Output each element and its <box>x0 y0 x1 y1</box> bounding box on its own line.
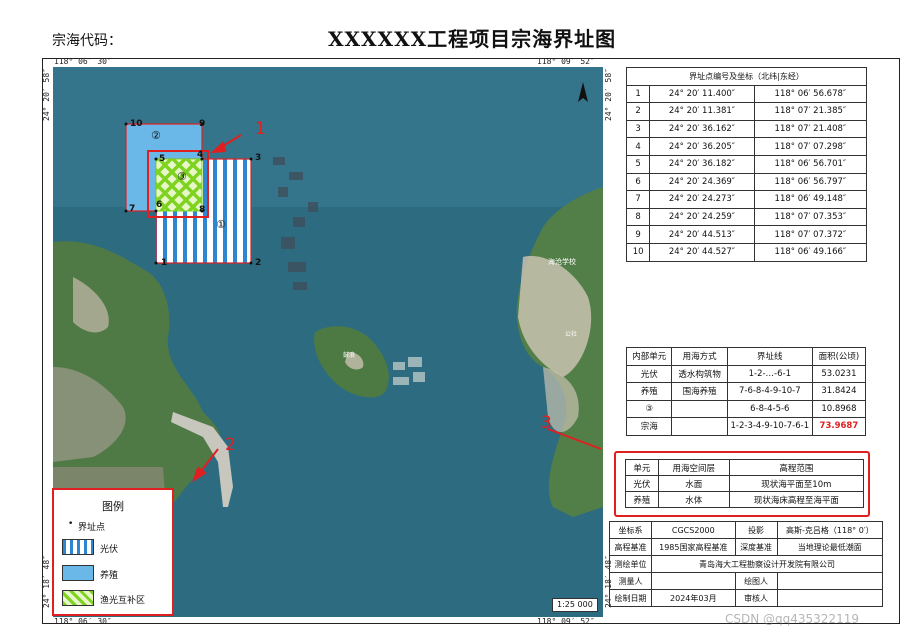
table-row: 7 24° 20′ 24.273″ 118° 06′ 49.148″ <box>625 190 868 209</box>
total-area-value: 73.9687 <box>811 417 867 436</box>
point-label-7: 7 <box>129 204 136 214</box>
table-row: 2 24° 20′ 11.381″ 118° 07′ 21.385″ <box>625 102 868 121</box>
point-coordinate-table: 界址点编号及坐标（北纬|东经） 1 24° 20′ 11.400″ 118° 06′… <box>625 67 868 262</box>
coord-top-left: 118° 06′ 30″ <box>54 57 112 66</box>
point-label-5: 5 <box>159 154 166 164</box>
legend-label-overlap: 渔光互补区 <box>100 596 146 606</box>
coord-bottom-left: 118° 06′ 30″ <box>54 617 112 626</box>
overlap-hatch-swatch <box>62 590 94 606</box>
table-row: 5 24° 20′ 36.182″ 118° 06′ 56.701″ <box>625 154 868 174</box>
zone-label-farm: ② <box>151 129 161 142</box>
legend-label-pv: 光伏 <box>100 545 119 555</box>
farm-fill-swatch <box>62 565 94 581</box>
table-row: 养殖 围海养殖 7-6-8-4-9-10-7 31.8424 <box>625 382 867 401</box>
table-row: 6 24° 20′ 24.369″ 118° 06′ 56.797″ <box>625 172 868 192</box>
coord-left-bottom: 24° 18′ 48″ <box>42 555 51 608</box>
table-row: 4 24° 20′ 36.205″ 118° 07′ 07.298″ <box>625 137 868 156</box>
coord-bottom-right: 118° 09′ 52″ <box>537 617 595 626</box>
place-label: 海沧学校 <box>548 258 576 266</box>
scale-bar: 1:25 000 <box>552 598 598 612</box>
point-label-2: 2 <box>255 258 262 268</box>
table-row: 8 24° 20′ 24.259″ 118° 07′ 07.353″ <box>625 207 868 227</box>
table-row: 3 24° 20′ 36.162″ 118° 07′ 21.408″ <box>625 119 868 139</box>
point-label-10: 10 <box>130 119 143 129</box>
table-row: 10 24° 20′ 44.527″ 118° 06′ 49.166″ <box>625 242 868 262</box>
legend-label-point: 界址点 <box>78 523 106 533</box>
overlap-zone[interactable] <box>155 158 203 212</box>
point-label-6: 6 <box>156 200 163 210</box>
point-label-9: 9 <box>199 119 206 129</box>
coord-top-right: 118° 09′ 52″ <box>537 57 595 66</box>
annotation-2: 2 <box>225 435 236 455</box>
coord-right-top: 24° 20′ 58″ <box>604 68 613 121</box>
unit-area-table: 内部单元 用海方式 界址线 面积(公顷) 光伏 透水构筑物 1-2-…-6-1 53.023… <box>625 347 867 436</box>
zone-label-pv: ① <box>216 218 226 231</box>
boundary-point-icon: • <box>68 519 74 529</box>
point-label-1: 1 <box>161 258 168 268</box>
watermark: CSDN @qq435322119 <box>725 612 859 626</box>
annotation-1: 1 <box>255 119 266 139</box>
legend: 图例 • 界址点 光伏 养殖 渔光互补区 <box>52 488 174 616</box>
table-row: 9 24° 20′ 44.513″ 118° 07′ 07.372″ <box>625 225 868 244</box>
pv-stripe-swatch <box>62 539 94 555</box>
legend-label-farm: 养殖 <box>100 571 119 581</box>
point-table-header: 界址点编号及坐标（北纬|东经） <box>626 67 867 86</box>
height-range-table: 单元 用海空间层 高程范围 光伏 水面 现状海平面至10m 养殖 水体 现状海床高程至海平面 <box>625 459 865 508</box>
legend-title: 图例 <box>102 500 124 513</box>
table-row: 宗海 1-2-3-4-9-10-7-6-1 73.9687 <box>625 417 867 436</box>
point-label-4: 4 <box>197 150 204 160</box>
sea-code-label: 宗海代码： <box>52 33 122 49</box>
table-row: 1 24° 20′ 11.400″ 118° 06′ 56.678″ <box>625 84 868 104</box>
zone-label-overlap: ③ <box>177 170 187 183</box>
annotation-3: 3 <box>541 413 552 433</box>
page-title: XXXXXX工程项目宗海界址图 <box>328 27 617 51</box>
table-row: 养殖 水体 现状海床高程至海平面 <box>625 491 865 508</box>
table-row: 光伏 水面 现状海平面至10m <box>625 475 865 492</box>
map-info-table: 坐标系 CGCS2000 投影 高斯-克吕格（118° 0′） 高程基准 1985国家高… <box>608 521 884 607</box>
place-label: 鼓浪 <box>343 352 356 359</box>
table-row: 光伏 透水构筑物 1-2-…-6-1 53.0231 <box>625 364 867 383</box>
point-label-3: 3 <box>255 153 262 163</box>
place-label: 公社 <box>565 331 578 338</box>
table-row: ③ 6-8-4-5-6 10.8968 <box>625 399 867 418</box>
coord-left-top: 24° 20′ 58″ <box>42 68 51 121</box>
point-label-8: 8 <box>199 205 206 215</box>
